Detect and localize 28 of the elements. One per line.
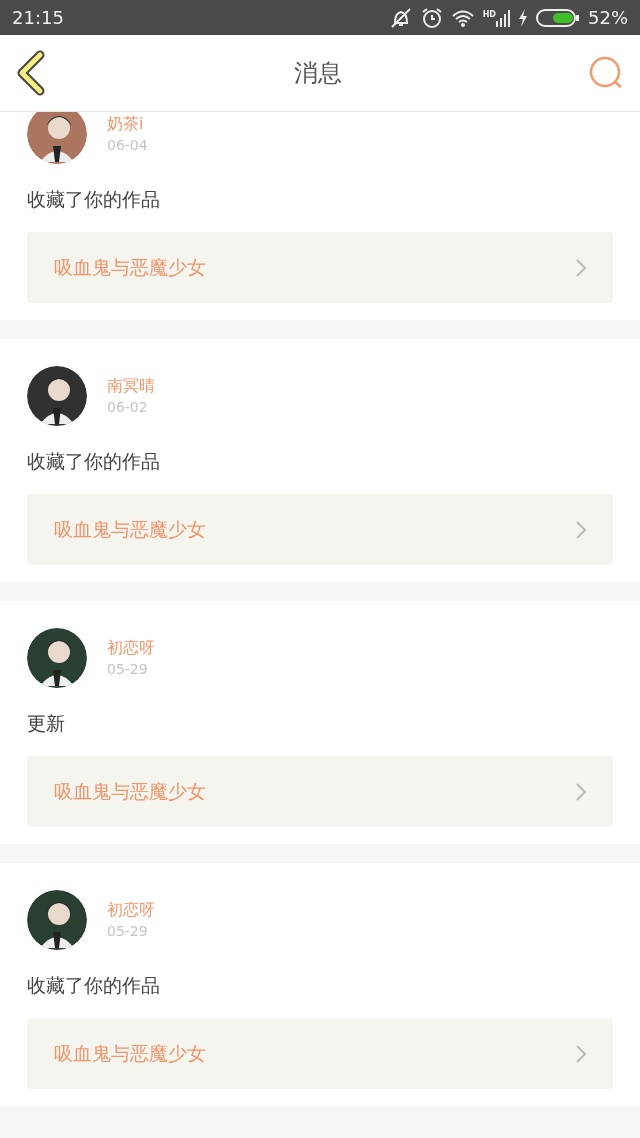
work-link[interactable]: 吸血鬼与恶魔少女 — [27, 1018, 613, 1089]
signal-icon — [496, 8, 510, 27]
battery-icon — [536, 7, 580, 28]
battery-percent: 52% — [588, 6, 628, 30]
chevron-right-icon — [575, 257, 587, 278]
work-link[interactable]: 吸血鬼与恶魔少女 — [27, 756, 613, 827]
message-date: 05-29 — [107, 922, 149, 941]
user-name: 奶茶i — [107, 113, 145, 135]
alarm-icon — [420, 6, 443, 29]
page-title: 消息 — [294, 58, 342, 89]
charging-icon — [518, 7, 528, 28]
chevron-right-icon — [575, 781, 587, 802]
work-link[interactable]: 吸血鬼与恶魔少女 — [27, 494, 613, 565]
message-date: 06-02 — [107, 398, 149, 417]
message-text: 收藏了你的作品 — [27, 449, 161, 474]
status-time: 21:15 — [12, 6, 64, 30]
user-name: 初恋呀 — [107, 637, 155, 659]
message-date: 06-04 — [107, 136, 148, 155]
message-text: 更新 — [27, 711, 66, 736]
work-link[interactable]: 吸血鬼与恶魔少女 — [27, 232, 613, 303]
chevron-right-icon — [575, 1043, 587, 1064]
chevron-right-icon — [575, 519, 587, 540]
network-label: HD — [482, 8, 496, 21]
user-name: 南冥晴 — [107, 375, 155, 397]
message-text: 收藏了你的作品 — [27, 973, 161, 998]
message-text: 收藏了你的作品 — [27, 187, 161, 212]
message-date: 05-29 — [107, 660, 149, 679]
user-name: 初恋呀 — [107, 899, 155, 921]
